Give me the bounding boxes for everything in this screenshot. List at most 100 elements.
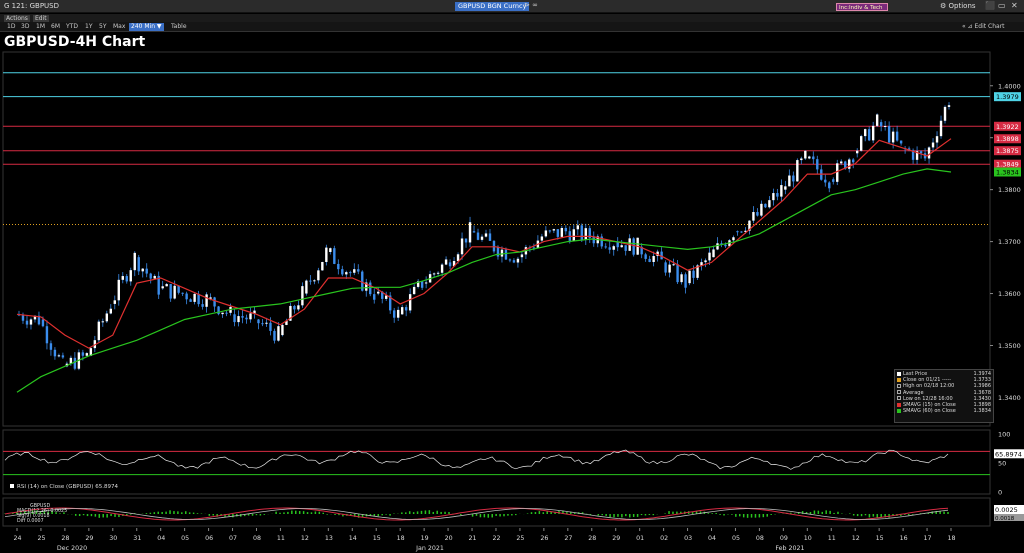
candle-body-50 <box>213 297 216 307</box>
candle-body-108 <box>444 259 448 265</box>
candle-body-152 <box>620 245 623 248</box>
candle-body-38 <box>165 284 168 287</box>
candle-body-126 <box>516 258 520 263</box>
x-tick-label-33: 10 <box>804 535 812 542</box>
candle-body-193 <box>784 186 787 190</box>
candle-body-42 <box>181 292 184 294</box>
candle-body-95 <box>392 310 396 318</box>
candle-body-137 <box>560 227 564 237</box>
candle-body-64 <box>269 322 272 331</box>
x-tick-label-5: 31 <box>133 535 141 542</box>
x-tick-label-18: 20 <box>445 535 453 542</box>
x-tick-label-20: 22 <box>492 535 500 542</box>
candle-body-96 <box>396 309 400 318</box>
series-line-smavg-60-on-close <box>16 168 952 393</box>
rsi-badge-label: 65.8974 <box>995 450 1022 458</box>
candle-body-227 <box>919 151 923 154</box>
candle-body-155 <box>632 238 635 255</box>
candle-body-97 <box>400 307 404 315</box>
candle-body-17 <box>81 352 85 356</box>
candle-body-181 <box>736 231 739 233</box>
x-tick-label-1: 25 <box>37 535 45 542</box>
candle-body-111 <box>456 254 460 262</box>
candle-body-218 <box>883 125 887 127</box>
x-tick-label-27: 02 <box>660 535 668 542</box>
x-tick-label-24: 28 <box>588 535 596 542</box>
candle-body-51 <box>217 306 220 315</box>
candle-body-41 <box>177 285 180 293</box>
candle-body-234 <box>947 105 951 107</box>
candle-body-2 <box>21 315 25 321</box>
rsi-tick-0: 100 <box>998 431 1010 439</box>
candle-body-220 <box>891 131 895 143</box>
candle-body-52 <box>221 312 224 315</box>
candle-body-212 <box>859 136 863 151</box>
price-badge-label-2: 1.3898 <box>996 135 1019 143</box>
candle-body-169 <box>688 270 691 284</box>
price-chart[interactable]: 1.40001.39001.38001.37001.36001.35001.34… <box>0 0 1024 553</box>
x-tick-label-34: 11 <box>828 535 836 542</box>
candle-body-9 <box>49 343 53 350</box>
candle-body-194 <box>788 175 791 187</box>
candle-body-57 <box>241 316 244 318</box>
x-month-label-2: Feb 2021 <box>775 545 804 552</box>
candles <box>17 102 951 371</box>
candle-body-190 <box>772 193 775 201</box>
candle-body-91 <box>377 291 380 294</box>
price-badge-label-1: 1.3922 <box>996 123 1019 131</box>
candle-body-133 <box>544 230 548 237</box>
candle-body-58 <box>245 317 248 320</box>
x-tick-label-11: 11 <box>277 535 285 542</box>
candle-body-205 <box>832 179 835 182</box>
candle-body-189 <box>768 200 771 208</box>
candle-body-48 <box>205 294 208 307</box>
x-tick-label-4: 30 <box>109 535 117 542</box>
price-tick-label-6: 1.3400 <box>998 394 1021 402</box>
x-tick-label-10: 08 <box>253 535 261 542</box>
candle-body-82 <box>341 269 344 275</box>
candle-body-78 <box>325 247 328 262</box>
candle-body-201 <box>816 159 819 170</box>
candle-body-75 <box>313 280 316 282</box>
candle-body-109 <box>448 262 452 267</box>
candle-body-24 <box>109 308 112 314</box>
candle-body-113 <box>464 238 468 243</box>
candle-body-213 <box>863 129 867 137</box>
candle-body-59 <box>249 313 252 320</box>
candle-body-28 <box>125 276 128 282</box>
candle-body-11 <box>57 355 61 357</box>
x-tick-label-30: 05 <box>732 535 740 542</box>
candle-body-140 <box>572 229 576 241</box>
x-tick-label-14: 14 <box>349 535 357 542</box>
candle-body-166 <box>676 264 679 283</box>
candle-body-168 <box>684 274 687 288</box>
candle-body-66 <box>277 326 280 341</box>
candle-body-143 <box>584 228 587 240</box>
candle-body-203 <box>824 179 827 183</box>
candle-body-232 <box>939 120 943 137</box>
x-month-label-1: Jan 2021 <box>415 545 444 552</box>
candle-body-141 <box>576 225 579 230</box>
candle-body-46 <box>197 293 200 305</box>
candle-body-44 <box>189 299 192 302</box>
candle-body-45 <box>193 293 196 302</box>
price-tick-label-0: 1.4000 <box>998 82 1021 90</box>
x-tick-label-37: 16 <box>900 535 908 542</box>
candle-body-175 <box>712 249 715 258</box>
candle-body-191 <box>776 193 779 197</box>
candle-body-86 <box>357 269 360 272</box>
candle-body-158 <box>644 254 647 259</box>
x-tick-label-6: 04 <box>157 535 165 542</box>
candle-body-182 <box>740 231 743 233</box>
macd-panel-frame <box>2 497 991 527</box>
candle-body-138 <box>564 227 568 232</box>
candle-body-165 <box>672 264 675 266</box>
candle-body-125 <box>512 260 516 263</box>
candle-body-26 <box>117 279 120 301</box>
candle-body-229 <box>927 147 931 159</box>
candle-body-103 <box>424 282 428 284</box>
candle-body-25 <box>113 300 116 304</box>
candle-body-123 <box>504 249 508 260</box>
x-tick-label-16: 18 <box>397 535 405 542</box>
x-tick-label-32: 09 <box>780 535 788 542</box>
